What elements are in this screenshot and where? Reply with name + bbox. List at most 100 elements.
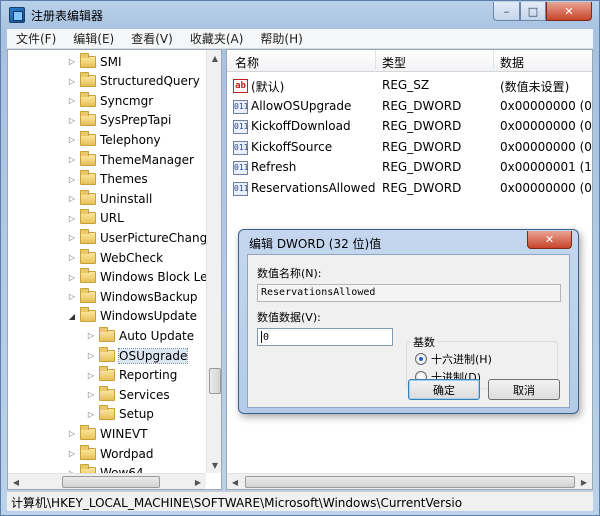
tree-item[interactable]: ▷ Windows Block Le xyxy=(66,268,208,287)
tree-item-label: SysPrepTapi xyxy=(100,113,172,128)
folder-icon xyxy=(80,170,96,186)
expand-arrow-icon[interactable]: ▷ xyxy=(85,331,97,340)
ok-button[interactable]: 确定 xyxy=(408,379,480,400)
expand-arrow-icon[interactable]: ▷ xyxy=(66,194,78,203)
tree-item-label: SMI xyxy=(100,54,122,69)
scroll-left-icon[interactable]: ◀ xyxy=(227,474,243,489)
registry-editor-window: 注册表编辑器 – □ ✕ 文件(F) 编辑(E) 查看(V) 收藏夹(A) 帮助… xyxy=(0,0,600,516)
menu-file[interactable]: 文件(F) xyxy=(7,30,64,47)
scroll-right-icon[interactable]: ▶ xyxy=(190,474,206,489)
value-row[interactable]: 011 Refresh REG_DWORD 0x00000001 (1) xyxy=(227,158,592,178)
scroll-down-icon[interactable]: ▼ xyxy=(207,457,221,473)
expand-arrow-icon[interactable]: ▷ xyxy=(66,57,78,66)
close-button[interactable]: ✕ xyxy=(546,2,592,21)
column-type-header[interactable]: 类型 xyxy=(382,54,406,71)
expand-arrow-icon[interactable]: ▷ xyxy=(66,77,78,86)
value-row[interactable]: 011 KickoffSource REG_DWORD 0x00000000 (0) xyxy=(227,138,592,158)
scroll-left-icon[interactable]: ◀ xyxy=(8,474,24,489)
list-hscroll-thumb[interactable] xyxy=(245,476,575,488)
value-name-field: ReservationsAllowed xyxy=(257,284,561,302)
status-bar-path: 计算机\HKEY_LOCAL_MACHINE\SOFTWARE\Microsof… xyxy=(7,491,593,511)
tree-item[interactable]: ▷ WebCheck xyxy=(66,248,163,267)
tree-item-label: Services xyxy=(119,387,170,402)
value-data-input[interactable]: 0 xyxy=(257,328,393,346)
tree-item[interactable]: ▷ OSUpgrade xyxy=(85,346,189,365)
expand-arrow-icon[interactable]: ▷ xyxy=(85,390,97,399)
expand-arrow-icon[interactable]: ▷ xyxy=(85,371,97,380)
value-row[interactable]: 011 AllowOSUpgrade REG_DWORD 0x00000000 (0) xyxy=(227,97,593,117)
expand-arrow-icon[interactable]: ▷ xyxy=(85,410,97,419)
value-name: Refresh xyxy=(251,160,297,175)
tree-item[interactable]: ▷ StructuredQuery xyxy=(66,72,200,91)
collapse-arrow-icon[interactable]: ◢ xyxy=(66,312,78,321)
menu-view[interactable]: 查看(V) xyxy=(122,30,181,47)
tree-item[interactable]: ▷ Services xyxy=(85,385,170,404)
expand-arrow-icon[interactable]: ▷ xyxy=(66,214,78,223)
registry-key-tree[interactable]: ▷Wow64▷Wordpad▷WINEVT▷Setup▷Services▷Rep… xyxy=(7,49,222,490)
tree-item-label: UserPictureChang xyxy=(100,230,208,245)
folder-icon xyxy=(99,346,115,362)
expand-arrow-icon[interactable]: ▷ xyxy=(66,253,78,262)
dialog-close-button[interactable]: ✕ xyxy=(527,231,572,249)
tree-vscroll-thumb[interactable] xyxy=(209,368,221,394)
value-row[interactable]: ab (默认) REG_SZ (数值未设置) xyxy=(227,76,592,96)
expand-arrow-icon[interactable]: ▷ xyxy=(66,233,78,242)
column-name-header[interactable]: 名称 xyxy=(235,54,259,71)
menu-edit[interactable]: 编辑(E) xyxy=(64,30,122,47)
value-row[interactable]: 011 ReservationsAllowed REG_DWORD 0x0000000… xyxy=(227,179,592,199)
expand-arrow-icon[interactable]: ▷ xyxy=(85,351,97,360)
maximize-button[interactable]: □ xyxy=(520,2,546,21)
expand-arrow-icon[interactable]: ▷ xyxy=(66,449,78,458)
folder-icon xyxy=(80,209,96,225)
tree-horizontal-scrollbar[interactable]: ◀ ▶ xyxy=(8,473,206,489)
tree-item[interactable]: ▷ Wordpad xyxy=(66,444,153,463)
tree-item[interactable]: ▷ Syncmgr xyxy=(66,91,153,110)
tree-item[interactable]: ◢ WindowsUpdate xyxy=(66,307,197,326)
cancel-button[interactable]: 取消 xyxy=(488,379,560,400)
value-data-text: 0 xyxy=(263,332,270,343)
tree-item[interactable]: ▷ Reporting xyxy=(85,366,177,385)
tree-item[interactable]: ▷ Uninstall xyxy=(66,189,152,208)
tree-vertical-scrollbar[interactable]: ▲ ▼ xyxy=(206,50,221,473)
expand-arrow-icon[interactable]: ▷ xyxy=(66,155,78,164)
text-caret xyxy=(261,331,262,343)
expand-arrow-icon[interactable]: ▷ xyxy=(66,429,78,438)
tree-hscroll-thumb[interactable] xyxy=(62,476,160,488)
scroll-up-icon[interactable]: ▲ xyxy=(207,50,221,66)
tree-item-label: Telephony xyxy=(100,132,161,147)
folder-icon xyxy=(80,268,96,284)
dialog-body: 数值名称(N): ReservationsAllowed 数值数据(V): 0 … xyxy=(247,254,570,408)
expand-arrow-icon[interactable]: ▷ xyxy=(66,96,78,105)
scroll-right-icon[interactable]: ▶ xyxy=(576,474,592,489)
tree-item[interactable]: ▷ WindowsBackup xyxy=(66,287,198,306)
expand-arrow-icon[interactable]: ▷ xyxy=(66,116,78,125)
list-horizontal-scrollbar[interactable]: ◀ ▶ xyxy=(227,473,592,489)
minimize-button[interactable]: – xyxy=(493,2,520,21)
value-row[interactable]: 011 KickoffDownload REG_DWORD 0x00000000 (0… xyxy=(227,117,592,137)
tree-item-label: ThemeManager xyxy=(100,152,194,167)
expand-arrow-icon[interactable]: ▷ xyxy=(66,175,78,184)
tree-item[interactable]: ▷ SysPrepTapi xyxy=(66,111,171,130)
tree-item[interactable]: ▷ Telephony xyxy=(66,130,161,149)
tree-item[interactable]: ▷ Themes xyxy=(66,170,148,189)
tree-item[interactable]: ▷ WINEVT xyxy=(66,424,148,443)
tree-item[interactable]: ▷ UserPictureChang xyxy=(66,228,207,247)
dialog-title: 编辑 DWORD (32 位)值 xyxy=(249,237,382,251)
expand-arrow-icon[interactable]: ▷ xyxy=(66,292,78,301)
tree-item[interactable]: ▷ Setup xyxy=(85,405,154,424)
tree-item[interactable]: ▷ SMI xyxy=(66,52,122,71)
expand-arrow-icon[interactable]: ▷ xyxy=(66,135,78,144)
value-data: 0x00000000 (0) xyxy=(500,98,593,113)
tree-item[interactable]: ▷ URL xyxy=(66,209,124,228)
title-bar[interactable]: 注册表编辑器 – □ ✕ xyxy=(1,1,599,29)
expand-arrow-icon[interactable]: ▷ xyxy=(66,273,78,282)
column-data-header[interactable]: 数据 xyxy=(500,54,524,71)
menu-favorites[interactable]: 收藏夹(A) xyxy=(181,30,252,47)
folder-icon xyxy=(80,444,96,460)
radio-hexadecimal[interactable]: 十六进制(H) xyxy=(415,351,555,367)
menu-help[interactable]: 帮助(H) xyxy=(251,30,310,47)
tree-item[interactable]: ▷ ThemeManager xyxy=(66,150,194,169)
tree-item-label: Uninstall xyxy=(100,191,153,206)
string-value-icon: ab xyxy=(233,79,248,93)
tree-item[interactable]: ▷ Auto Update xyxy=(85,326,194,345)
